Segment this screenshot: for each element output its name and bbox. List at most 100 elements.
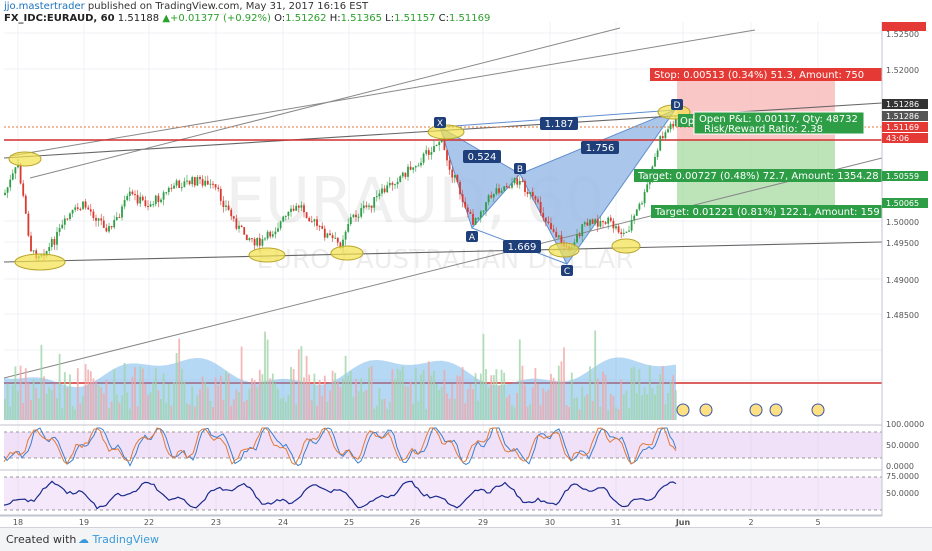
flag-icon[interactable] — [699, 403, 713, 417]
candle-body — [30, 235, 32, 252]
stoch-tick-label: 100.0000 — [886, 420, 924, 429]
candle-body — [326, 233, 329, 238]
pattern-bcd[interactable] — [519, 108, 677, 265]
candle-body — [661, 136, 664, 139]
candle-body — [641, 203, 643, 205]
volume-bar — [206, 387, 209, 420]
candle-body — [617, 226, 620, 233]
candle-body — [544, 217, 547, 222]
volume-bar — [9, 406, 12, 420]
flag-icon[interactable] — [749, 403, 763, 417]
volume-bar — [425, 409, 428, 420]
rsi-tick-label: 75.0000 — [886, 472, 919, 481]
volume-bar — [492, 375, 495, 420]
volume-bar — [253, 380, 256, 420]
volume-bar — [409, 381, 412, 420]
volume-bar — [193, 406, 196, 420]
volume-bar — [394, 379, 396, 420]
candle-body — [479, 211, 482, 218]
volume-bar — [383, 398, 386, 420]
candle-body — [238, 225, 240, 229]
volume-bar — [557, 365, 560, 420]
candle-body — [365, 205, 368, 207]
marker-ellipse[interactable] — [548, 242, 580, 258]
volume-bar — [453, 398, 456, 420]
volume-bar — [310, 400, 313, 420]
volume-bar — [167, 384, 170, 420]
volume-bar — [222, 399, 225, 420]
volume-bar — [347, 376, 350, 420]
volume-bar — [550, 373, 552, 420]
marker-ellipse[interactable] — [8, 151, 42, 167]
candle-body — [139, 196, 142, 204]
candle-body — [407, 166, 409, 177]
volume-bar — [336, 381, 339, 420]
volume-bar — [581, 386, 584, 420]
footer-bar: Created with ☁ TradingView — [0, 527, 932, 551]
volume-bar — [607, 409, 610, 420]
volume-bar — [648, 365, 651, 420]
volume-bar — [329, 390, 331, 420]
candle-body — [121, 206, 123, 218]
marker-ellipse[interactable] — [14, 253, 66, 271]
candle-body — [108, 226, 110, 232]
candle-body — [266, 231, 269, 239]
candle-body — [152, 204, 155, 206]
volume-bar — [149, 392, 152, 420]
y-tick-label: 1.52000 — [886, 66, 919, 75]
candle-body — [128, 191, 131, 196]
x-tick-label: 5 — [815, 518, 820, 527]
candle-body — [287, 211, 290, 216]
flag-icon[interactable] — [769, 403, 783, 417]
chart-canvas[interactable]: EURAUD, 60 EURO / AUSTRALIAN DOLLAR X A … — [0, 0, 932, 527]
candle-body — [9, 179, 12, 188]
marker-ellipse[interactable] — [427, 124, 465, 140]
volume-bar — [243, 401, 246, 420]
volume-bar — [469, 383, 472, 420]
volume-bar — [323, 375, 326, 420]
candle-body — [175, 180, 178, 186]
candle-body — [292, 208, 295, 211]
candle-body — [295, 205, 298, 211]
candle-body — [422, 153, 425, 163]
volume-bar — [672, 375, 675, 420]
ratio-label: 1.669 — [508, 242, 537, 253]
volume-bar — [513, 407, 516, 420]
candle-body — [430, 152, 433, 155]
volume-bar — [232, 399, 235, 420]
volume-bar — [498, 385, 500, 420]
marker-ellipse[interactable] — [330, 245, 364, 261]
volume-bar — [123, 362, 126, 420]
candle-body — [300, 205, 303, 208]
candle-body — [643, 191, 646, 204]
volume-bar — [113, 369, 116, 420]
y-tick-label: 1.50000 — [886, 218, 919, 227]
candle-body — [89, 209, 92, 212]
marker-ellipse[interactable] — [611, 238, 641, 254]
flag-icon[interactable] — [811, 403, 825, 417]
volume-bar — [531, 387, 534, 420]
volume-bar — [48, 387, 51, 420]
candle-body — [329, 233, 331, 236]
marker-ellipse[interactable] — [248, 247, 286, 263]
volume-bar — [141, 368, 144, 420]
candle-body — [27, 213, 30, 236]
candle-body — [373, 197, 376, 208]
candle-body — [451, 169, 454, 178]
candle-body — [612, 220, 615, 229]
candle-body — [656, 150, 659, 157]
candle-body — [178, 180, 181, 188]
candle-body — [664, 132, 667, 139]
volume-bar — [235, 389, 238, 420]
volume-bar — [635, 393, 638, 420]
volume-bar — [641, 395, 643, 420]
volume-bar — [446, 393, 448, 420]
volume-bar — [664, 404, 667, 420]
upper-trendline-2[interactable] — [29, 27, 621, 179]
volume-bar — [271, 373, 274, 420]
candle-body — [420, 162, 422, 166]
flag-icon[interactable] — [676, 403, 690, 417]
candle-body — [427, 150, 430, 155]
tradingview-logo[interactable]: ☁ TradingView — [78, 533, 159, 546]
volume-bar — [35, 387, 38, 420]
